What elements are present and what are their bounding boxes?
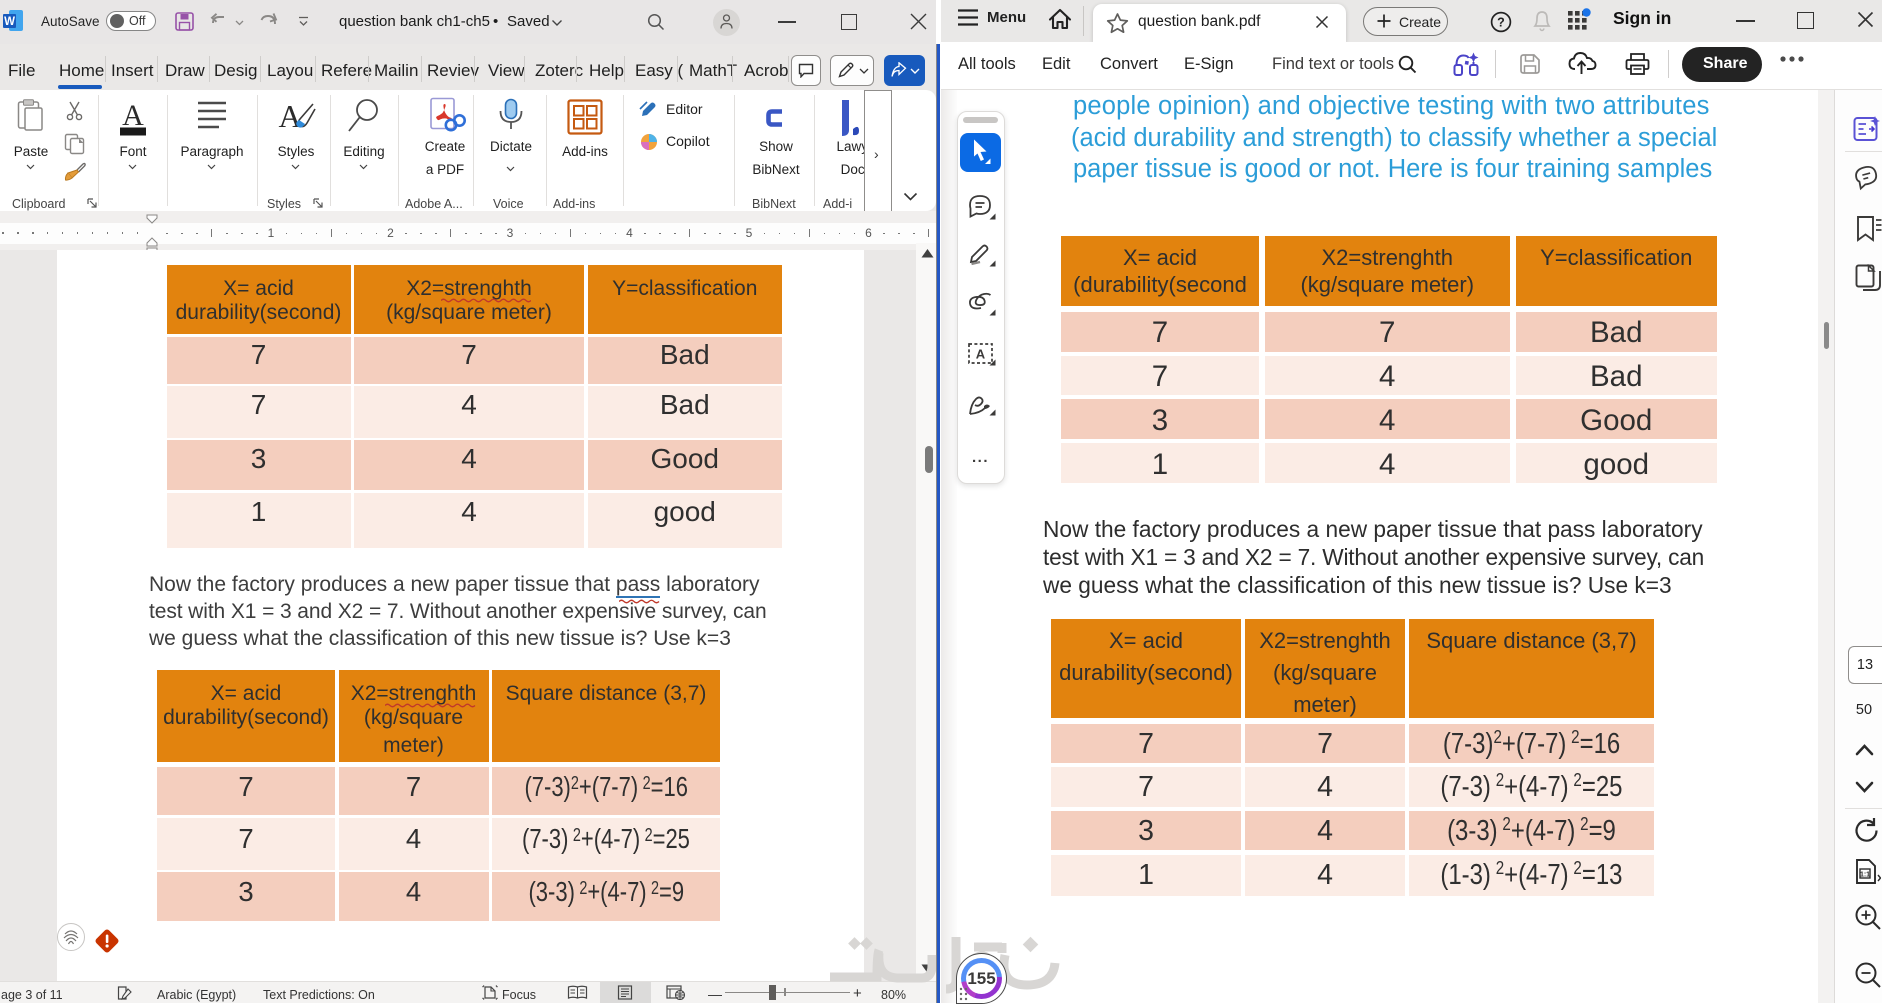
svg-text:?: ?: [1497, 15, 1505, 29]
svg-text:A: A: [122, 99, 144, 132]
svg-text:W: W: [4, 16, 15, 28]
svg-text:1:1: 1:1: [1860, 872, 1870, 879]
svg-text:A: A: [278, 98, 301, 134]
